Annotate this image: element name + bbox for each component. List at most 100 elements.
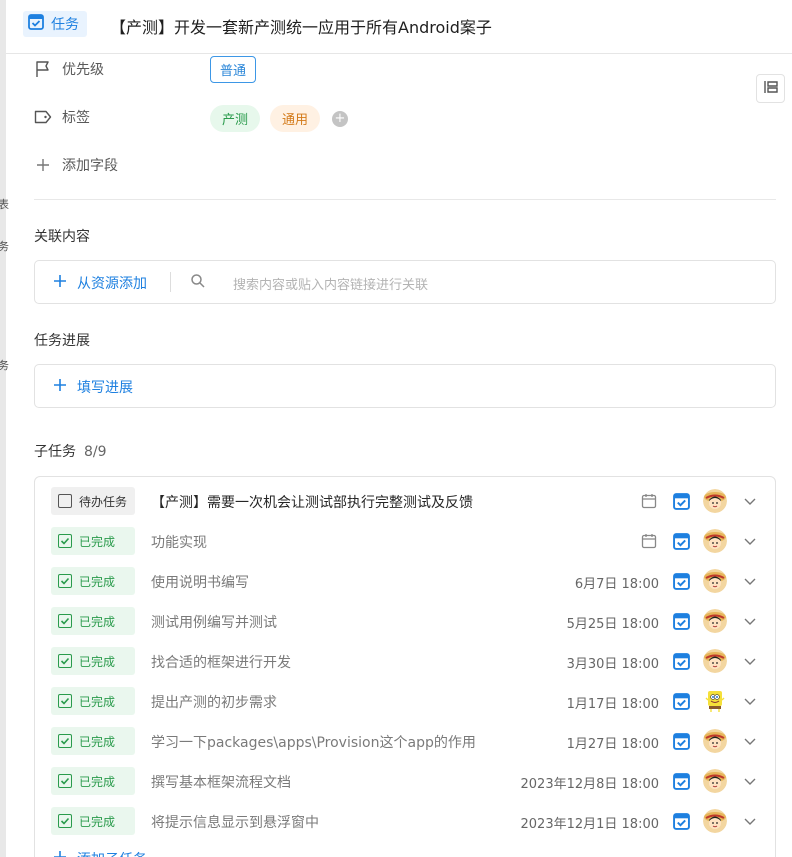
- subtask-row[interactable]: 已完成 撰写基本框架流程文档 2023年12月8日 18:00: [35, 761, 775, 801]
- chevron-down-icon[interactable]: [742, 573, 758, 589]
- task-type-badge[interactable]: 任务: [23, 11, 87, 37]
- subtask-due-date[interactable]: 2023年12月8日 18:00: [521, 773, 660, 792]
- add-from-resource-button[interactable]: 从资源添加: [53, 273, 147, 293]
- subtask-row[interactable]: 已完成 使用说明书编写 6月7日 18:00: [35, 561, 775, 601]
- subtask-due-date[interactable]: 2023年12月1日 18:00: [521, 813, 660, 832]
- assignee-avatar[interactable]: [703, 689, 727, 713]
- subtask-status-label: 已完成: [79, 734, 116, 749]
- subtask-status-label: 已完成: [79, 774, 116, 789]
- task-type-icon[interactable]: [673, 493, 690, 510]
- chevron-down-icon[interactable]: [742, 493, 758, 509]
- calendar-icon[interactable]: [641, 533, 657, 549]
- plus-icon: [53, 274, 67, 292]
- related-search-input[interactable]: 搜索内容或贴入内容链接进行关联: [233, 274, 428, 293]
- chevron-down-icon[interactable]: [742, 813, 758, 829]
- chevron-down-icon[interactable]: [742, 693, 758, 709]
- task-type-icon[interactable]: [673, 613, 690, 630]
- subtask-title[interactable]: 测试用例编写并测试: [151, 612, 277, 632]
- subtask-title[interactable]: 使用说明书编写: [151, 572, 249, 592]
- subtask-status-button[interactable]: 已完成: [51, 687, 135, 715]
- unchecked-box-icon: [58, 494, 72, 508]
- subtask-header: 子任务 8/9: [34, 441, 107, 461]
- add-progress-label: 填写进展: [77, 380, 133, 396]
- subtask-status-button[interactable]: 已完成: [51, 567, 135, 595]
- assignee-avatar[interactable]: [703, 569, 727, 593]
- task-type-icon[interactable]: [673, 653, 690, 670]
- add-field-button[interactable]: 添加字段: [34, 151, 118, 179]
- subtask-due-date[interactable]: 1月27日 18:00: [567, 733, 659, 752]
- left-panel-edge: 表 务 务: [0, 0, 9, 857]
- subtask-row[interactable]: 已完成 测试用例编写并测试 5月25日 18:00: [35, 601, 775, 641]
- subtask-count: 8/9: [84, 444, 107, 460]
- subtask-status-button[interactable]: 已完成: [51, 607, 135, 635]
- subtask-due-date[interactable]: 3月30日 18:00: [567, 653, 659, 672]
- subtask-title[interactable]: 撰写基本框架流程文档: [151, 772, 291, 792]
- panel-layout-button[interactable]: [756, 74, 785, 103]
- subtask-row[interactable]: 已完成 找合适的框架进行开发 3月30日 18:00: [35, 641, 775, 681]
- assignee-avatar[interactable]: [703, 529, 727, 553]
- chevron-down-icon[interactable]: [742, 653, 758, 669]
- subtask-title[interactable]: 提出产测的初步需求: [151, 692, 277, 712]
- tag-tongyong[interactable]: 通用: [270, 105, 321, 132]
- chevron-down-icon[interactable]: [742, 533, 758, 549]
- chevron-down-icon[interactable]: [742, 773, 758, 789]
- subtask-title[interactable]: 【产测】需要一次机会让测试部执行完整测试及反馈: [151, 492, 473, 512]
- subtask-due-date[interactable]: 6月7日 18:00: [575, 573, 659, 592]
- subtask-row[interactable]: 已完成 将提示信息显示到悬浮窗中 2023年12月1日 18:00: [35, 801, 775, 841]
- task-header: 任务 【产测】开发一套新产测统一应用于所有Android案子: [6, 0, 792, 54]
- add-field-label: 添加字段: [62, 158, 118, 174]
- priority-value[interactable]: 普通: [210, 56, 257, 83]
- add-progress-button[interactable]: 填写进展: [53, 377, 133, 397]
- subtask-row[interactable]: 待办任务 【产测】需要一次机会让测试部执行完整测试及反馈: [35, 481, 775, 521]
- assignee-avatar[interactable]: [703, 729, 727, 753]
- subtask-row[interactable]: 已完成 提出产测的初步需求 1月17日 18:00: [35, 681, 775, 721]
- subtask-due-date[interactable]: 5月25日 18:00: [567, 613, 659, 632]
- subtask-status-button[interactable]: 已完成: [51, 727, 135, 755]
- assignee-avatar[interactable]: [703, 609, 727, 633]
- subtask-status-button[interactable]: 已完成: [51, 527, 135, 555]
- subtask-status-label: 已完成: [79, 574, 116, 589]
- task-title[interactable]: 【产测】开发一套新产测统一应用于所有Android案子: [110, 14, 492, 38]
- task-type-icon[interactable]: [673, 533, 690, 550]
- search-icon: [190, 273, 206, 289]
- subtask-title[interactable]: 功能实现: [151, 532, 207, 552]
- subtask-status-button[interactable]: 已完成: [51, 767, 135, 795]
- subtask-list: 添加子任务 待办任务 【产测】需要一次机会让测试部执行完整测试及反馈已完成 功能实现…: [34, 476, 776, 857]
- subtask-status-button[interactable]: 待办任务: [51, 487, 135, 515]
- subtask-title[interactable]: 学习一下packages\apps\Provision这个app的作用: [151, 732, 476, 752]
- task-type-icon[interactable]: [673, 733, 690, 750]
- priority-field: 优先级: [34, 55, 104, 83]
- checked-box-icon: [58, 774, 72, 788]
- checked-box-icon: [58, 734, 72, 748]
- subtask-row[interactable]: 已完成 功能实现: [35, 521, 775, 561]
- subtask-title[interactable]: 将提示信息显示到悬浮窗中: [151, 812, 319, 832]
- add-tag-icon[interactable]: +: [332, 111, 348, 127]
- priority-label: 优先级: [62, 62, 104, 78]
- subtask-row[interactable]: 已完成 学习一下packages\apps\Provision这个app的作用 1月…: [35, 721, 775, 761]
- assignee-avatar[interactable]: [703, 649, 727, 673]
- task-type-icon[interactable]: [673, 813, 690, 830]
- chevron-down-icon[interactable]: [742, 613, 758, 629]
- assignee-avatar[interactable]: [703, 809, 727, 833]
- checked-box-icon: [58, 614, 72, 628]
- plus-icon: [34, 156, 52, 174]
- task-type-label: 任务: [51, 17, 79, 33]
- tag-chanche[interactable]: 产测: [210, 105, 261, 132]
- subtask-status-button[interactable]: 已完成: [51, 807, 135, 835]
- task-type-icon[interactable]: [673, 693, 690, 710]
- separator: [170, 272, 171, 292]
- subtask-title[interactable]: 找合适的框架进行开发: [151, 652, 291, 672]
- subtask-status-label: 待办任务: [79, 494, 128, 509]
- assignee-avatar[interactable]: [703, 489, 727, 513]
- checked-box-icon: [58, 654, 72, 668]
- add-subtask-button[interactable]: 添加子任务: [53, 849, 147, 857]
- task-type-icon[interactable]: [673, 573, 690, 590]
- chevron-down-icon[interactable]: [742, 733, 758, 749]
- task-type-icon[interactable]: [673, 773, 690, 790]
- subtask-status-label: 已完成: [79, 614, 116, 629]
- assignee-avatar[interactable]: [703, 769, 727, 793]
- subtask-status-button[interactable]: 已完成: [51, 647, 135, 675]
- tag-icon: [34, 108, 52, 126]
- calendar-icon[interactable]: [641, 493, 657, 509]
- subtask-due-date[interactable]: 1月17日 18:00: [567, 693, 659, 712]
